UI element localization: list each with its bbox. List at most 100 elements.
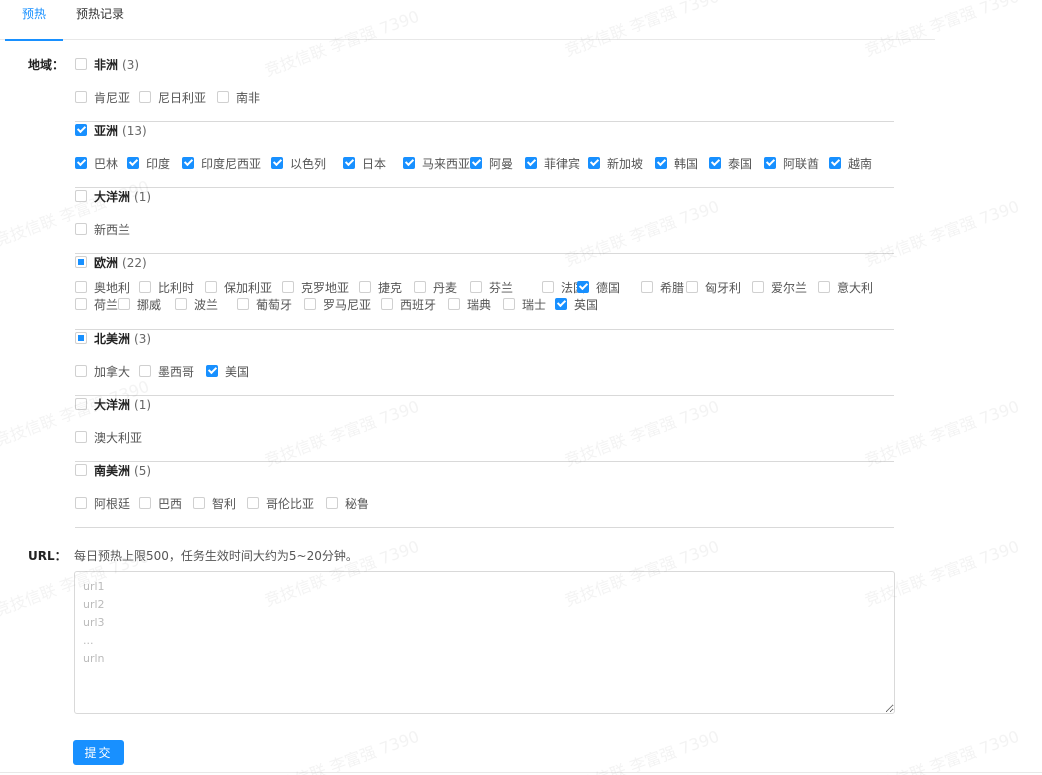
region-checkbox[interactable]	[75, 332, 87, 344]
country-option[interactable]: 澳大利亚	[75, 429, 142, 445]
country-option[interactable]: 尼日利亚	[139, 89, 206, 105]
country-checkbox[interactable]	[118, 298, 130, 310]
region-checkbox[interactable]	[75, 124, 87, 136]
country-option[interactable]: 阿联酋	[764, 155, 819, 171]
country-option[interactable]: 罗马尼亚	[304, 296, 371, 312]
country-checkbox[interactable]	[127, 157, 139, 169]
country-checkbox[interactable]	[448, 298, 460, 310]
region-checkbox[interactable]	[75, 398, 87, 410]
country-checkbox[interactable]	[381, 298, 393, 310]
country-option[interactable]: 美国	[206, 363, 249, 379]
region-header[interactable]: 大洋洲 (1)	[75, 188, 151, 204]
country-checkbox[interactable]	[752, 281, 764, 293]
region-header[interactable]: 欧洲 (22)	[75, 254, 147, 270]
country-checkbox[interactable]	[75, 157, 87, 169]
country-checkbox[interactable]	[75, 91, 87, 103]
region-checkbox[interactable]	[75, 256, 87, 268]
country-option[interactable]: 印度	[127, 155, 170, 171]
country-checkbox[interactable]	[206, 365, 218, 377]
country-option[interactable]: 德国	[577, 279, 620, 295]
country-option[interactable]: 菲律宾	[525, 155, 580, 171]
country-checkbox[interactable]	[247, 497, 259, 509]
region-checkbox[interactable]	[75, 190, 87, 202]
country-checkbox[interactable]	[75, 365, 87, 377]
country-checkbox[interactable]	[641, 281, 653, 293]
tab-preheat[interactable]: 预热	[5, 0, 63, 41]
url-input[interactable]	[74, 571, 895, 714]
country-option[interactable]: 荷兰	[75, 296, 118, 312]
country-option[interactable]: 新西兰	[75, 221, 130, 237]
country-checkbox[interactable]	[205, 281, 217, 293]
country-checkbox[interactable]	[75, 223, 87, 235]
region-header[interactable]: 亚洲 (13)	[75, 122, 147, 138]
country-checkbox[interactable]	[237, 298, 249, 310]
country-option[interactable]: 匈牙利	[686, 279, 741, 295]
country-option[interactable]: 意大利	[818, 279, 873, 295]
region-header[interactable]: 北美洲 (3)	[75, 330, 151, 346]
country-option[interactable]: 哥伦比亚	[247, 495, 314, 511]
country-checkbox[interactable]	[282, 281, 294, 293]
country-checkbox[interactable]	[217, 91, 229, 103]
country-checkbox[interactable]	[359, 281, 371, 293]
country-option[interactable]: 韩国	[655, 155, 698, 171]
country-option[interactable]: 捷克	[359, 279, 402, 295]
country-option[interactable]: 比利时	[139, 279, 194, 295]
country-option[interactable]: 巴林	[75, 155, 118, 171]
country-checkbox[interactable]	[764, 157, 776, 169]
country-option[interactable]: 南非	[217, 89, 260, 105]
country-option[interactable]: 智利	[193, 495, 236, 511]
country-option[interactable]: 泰国	[709, 155, 752, 171]
country-option[interactable]: 葡萄牙	[237, 296, 292, 312]
country-checkbox[interactable]	[818, 281, 830, 293]
region-header[interactable]: 非洲 (3)	[75, 56, 139, 72]
country-checkbox[interactable]	[193, 497, 205, 509]
country-checkbox[interactable]	[470, 281, 482, 293]
country-checkbox[interactable]	[414, 281, 426, 293]
country-checkbox[interactable]	[182, 157, 194, 169]
country-checkbox[interactable]	[503, 298, 515, 310]
country-checkbox[interactable]	[139, 497, 151, 509]
region-header[interactable]: 大洋洲 (1)	[75, 396, 151, 412]
tab-preheat-records[interactable]: 预热记录	[76, 0, 124, 40]
country-option[interactable]: 克罗地亚	[282, 279, 349, 295]
region-header[interactable]: 南美洲 (5)	[75, 462, 151, 478]
country-checkbox[interactable]	[588, 157, 600, 169]
country-option[interactable]: 瑞典	[448, 296, 491, 312]
country-checkbox[interactable]	[829, 157, 841, 169]
country-option[interactable]: 阿根廷	[75, 495, 130, 511]
country-checkbox[interactable]	[75, 497, 87, 509]
country-option[interactable]: 秘鲁	[326, 495, 369, 511]
country-option[interactable]: 加拿大	[75, 363, 130, 379]
country-checkbox[interactable]	[139, 365, 151, 377]
submit-button[interactable]: 提交	[73, 740, 124, 765]
region-checkbox[interactable]	[75, 464, 87, 476]
country-checkbox[interactable]	[542, 281, 554, 293]
country-option[interactable]: 英国	[555, 296, 598, 312]
country-checkbox[interactable]	[470, 157, 482, 169]
country-checkbox[interactable]	[343, 157, 355, 169]
country-option[interactable]: 以色列	[271, 155, 326, 171]
country-option[interactable]: 保加利亚	[205, 279, 272, 295]
country-option[interactable]: 西班牙	[381, 296, 436, 312]
country-checkbox[interactable]	[271, 157, 283, 169]
country-checkbox[interactable]	[304, 298, 316, 310]
country-checkbox[interactable]	[326, 497, 338, 509]
country-option[interactable]: 日本	[343, 155, 386, 171]
country-option[interactable]: 丹麦	[414, 279, 457, 295]
country-checkbox[interactable]	[175, 298, 187, 310]
country-option[interactable]: 巴西	[139, 495, 182, 511]
country-checkbox[interactable]	[75, 431, 87, 443]
country-checkbox[interactable]	[403, 157, 415, 169]
country-checkbox[interactable]	[655, 157, 667, 169]
country-option[interactable]: 印度尼西亚	[182, 155, 261, 171]
country-option[interactable]: 希腊	[641, 279, 684, 295]
country-option[interactable]: 墨西哥	[139, 363, 194, 379]
country-checkbox[interactable]	[75, 298, 87, 310]
country-checkbox[interactable]	[139, 91, 151, 103]
country-option[interactable]: 波兰	[175, 296, 218, 312]
country-checkbox[interactable]	[686, 281, 698, 293]
country-option[interactable]: 新加坡	[588, 155, 643, 171]
country-checkbox[interactable]	[555, 298, 567, 310]
country-option[interactable]: 越南	[829, 155, 872, 171]
country-option[interactable]: 肯尼亚	[75, 89, 130, 105]
